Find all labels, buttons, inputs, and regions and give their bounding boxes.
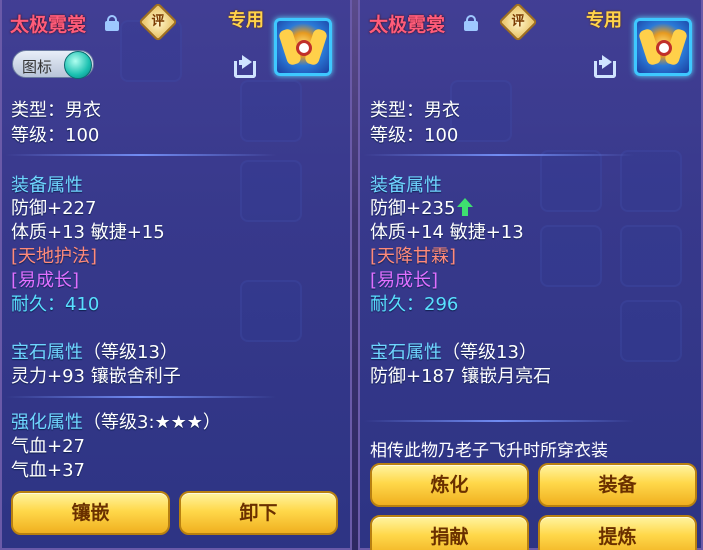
- enhance-line: 气血+27: [11, 436, 85, 457]
- special-effect: [天降甘霖]: [370, 246, 457, 267]
- gem-attr-row: 宝石属性（等级13）: [370, 338, 537, 364]
- bag-item-panel: 太极霓裳 评 专用 类型：男衣 等级：100 装备属性 防御+235 体质+14…: [358, 0, 703, 550]
- gem-attr-row: 宝石属性（等级13）: [11, 338, 178, 364]
- equipment-compare-screen: 太极霓裳 评 专用 图标 类型：男衣 等级：100 装备属性 防御+227 体质…: [0, 0, 703, 550]
- item-type: 类型：男衣: [370, 100, 460, 121]
- special-skill: [易成长]: [370, 270, 439, 291]
- rate-icon[interactable]: 评: [498, 2, 538, 42]
- icon-toggle[interactable]: 图标: [12, 50, 94, 79]
- unequip-button[interactable]: 卸下: [179, 491, 338, 535]
- enhance-line: 气血+37: [11, 460, 85, 481]
- gem-attr-header: 宝石属性: [11, 342, 83, 363]
- special-skill: [易成长]: [11, 270, 80, 291]
- up-arrow-icon: [457, 198, 474, 216]
- divider: [6, 396, 276, 398]
- divider: [364, 420, 634, 422]
- defense-stat: 防御+235: [370, 198, 456, 219]
- share-icon[interactable]: [594, 55, 624, 79]
- item-level: 等级：100: [370, 125, 459, 146]
- gem-level: （等级13）: [442, 342, 537, 363]
- stats-line: 体质+14 敏捷+13: [370, 222, 524, 243]
- enhance-level: （等级3:★★★）: [83, 412, 221, 433]
- exclusive-label: 专用: [586, 10, 622, 31]
- gem-attr-header: 宝石属性: [370, 342, 442, 363]
- lock-icon: [105, 15, 119, 31]
- divider: [364, 154, 634, 156]
- donate-button[interactable]: 捐献: [370, 515, 529, 550]
- divider: [6, 154, 276, 156]
- equipped-item-panel: 太极霓裳 评 专用 图标 类型：男衣 等级：100 装备属性 防御+227 体质…: [0, 0, 352, 550]
- equip-button[interactable]: 装备: [538, 463, 697, 507]
- durability-value: 410: [65, 294, 100, 315]
- durability-label: 耐久：: [11, 294, 65, 315]
- defense-stat-row: 防御+235: [370, 194, 474, 220]
- extract-button[interactable]: 提炼: [538, 515, 697, 550]
- toggle-label: 图标: [22, 58, 53, 76]
- refine-button[interactable]: 炼化: [370, 463, 529, 507]
- lock-icon: [464, 15, 478, 31]
- special-effect: [天地护法]: [11, 246, 98, 267]
- durability: 耐久：410: [11, 290, 99, 316]
- defense-stat: 防御+227: [11, 198, 97, 219]
- gem-line: 防御+187 镶嵌月亮石: [370, 366, 552, 387]
- enhance-attr-header: 强化属性: [11, 412, 83, 433]
- emblem-icon: [274, 18, 332, 76]
- gem-level: （等级13）: [83, 342, 178, 363]
- durability-value: 296: [424, 294, 459, 315]
- rate-icon[interactable]: 评: [138, 2, 178, 42]
- item-legend: 相传此物乃老子飞升时所穿衣装: [370, 441, 608, 461]
- inlay-button[interactable]: 镶嵌: [11, 491, 170, 535]
- item-level: 等级：100: [11, 125, 100, 146]
- emblem-icon: [634, 18, 692, 76]
- toggle-knob: [64, 51, 92, 79]
- item-title: 太极霓裳: [369, 14, 446, 36]
- durability: 耐久：296: [370, 290, 458, 316]
- exclusive-label: 专用: [228, 10, 264, 31]
- rate-label: 评: [151, 14, 165, 29]
- durability-label: 耐久：: [370, 294, 424, 315]
- item-type: 类型：男衣: [11, 100, 101, 121]
- share-icon[interactable]: [234, 55, 264, 79]
- enhance-attr-row: 强化属性（等级3:★★★）: [11, 408, 221, 434]
- rate-label: 评: [511, 14, 525, 29]
- item-title: 太极霓裳: [10, 14, 87, 36]
- gem-line: 灵力+93 镶嵌舍利子: [11, 366, 181, 387]
- stats-line: 体质+13 敏捷+15: [11, 222, 165, 243]
